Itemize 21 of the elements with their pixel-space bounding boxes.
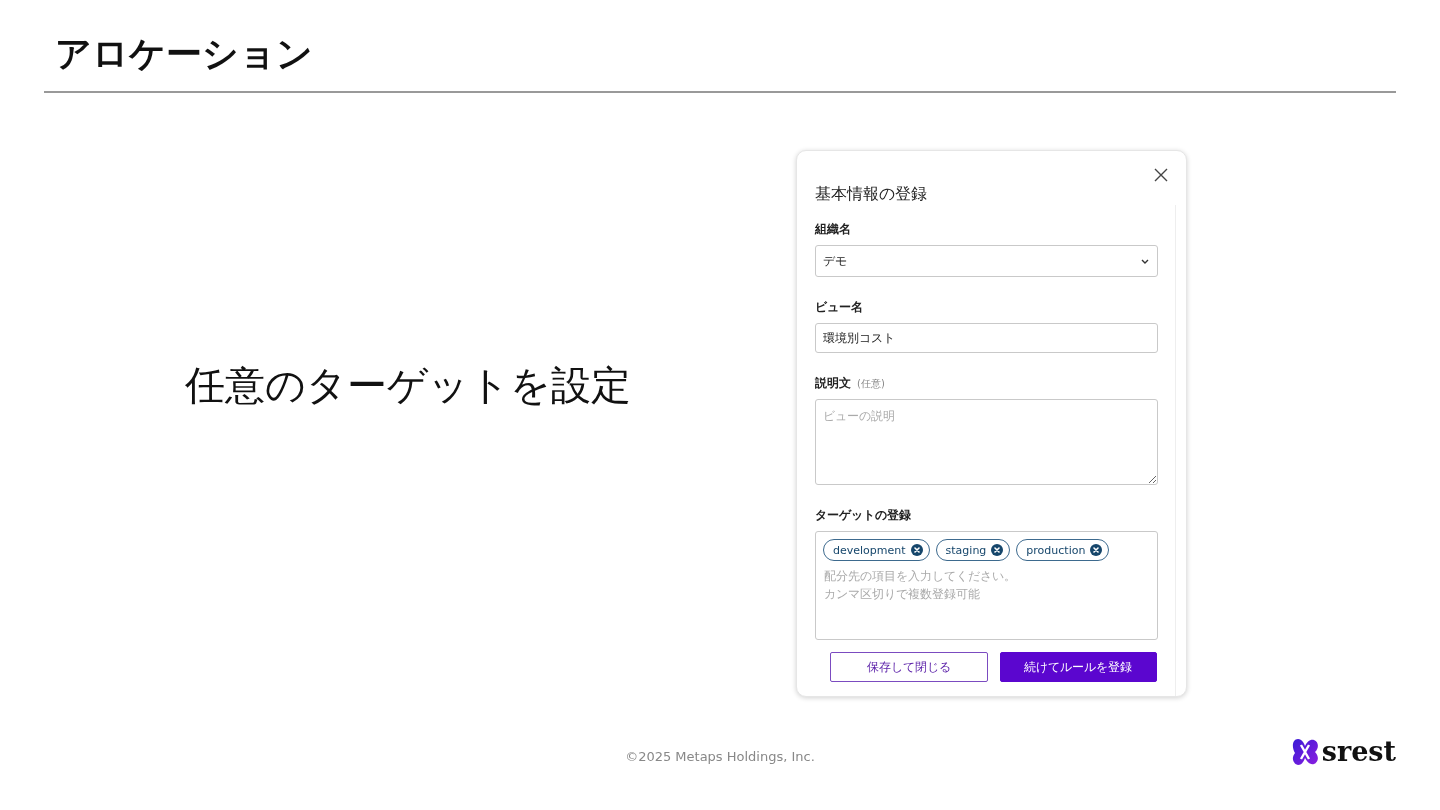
copyright: ©2025 Metaps Holdings, Inc. xyxy=(625,749,815,764)
field-label: ビュー名 xyxy=(815,299,863,316)
slide-title: アロケーション xyxy=(55,32,313,76)
view-name-field[interactable]: 環境別コスト xyxy=(815,323,1158,353)
field-label: 説明文 xyxy=(815,375,851,392)
caption: 任意のターゲットを設定 xyxy=(185,361,631,408)
remove-icon[interactable] xyxy=(910,544,923,556)
description-field[interactable]: ビューの説明 xyxy=(815,399,1158,485)
chevron-down-icon xyxy=(1141,258,1149,264)
remove-icon[interactable] xyxy=(991,544,1004,556)
organization-dropdown[interactable]: デモ xyxy=(815,245,1158,277)
optional-hint: (任意) xyxy=(857,377,885,391)
logo: srest xyxy=(1289,737,1396,767)
close-icon[interactable] xyxy=(1154,168,1168,182)
field-label: ターゲットの登録 xyxy=(815,507,911,524)
save-close-button[interactable]: 保存して閉じる xyxy=(830,652,988,682)
remove-icon[interactable] xyxy=(1090,544,1103,556)
tag-input-field[interactable]: development staging production 配分先の項目を入力してください。カンマ区切りで複数登録可能 xyxy=(815,531,1158,640)
field-label: 組織名 xyxy=(815,221,851,238)
dialog-title: 基本情報の登録 xyxy=(815,184,928,205)
continue-button[interactable]: 続けてルールを登録 xyxy=(999,652,1157,682)
